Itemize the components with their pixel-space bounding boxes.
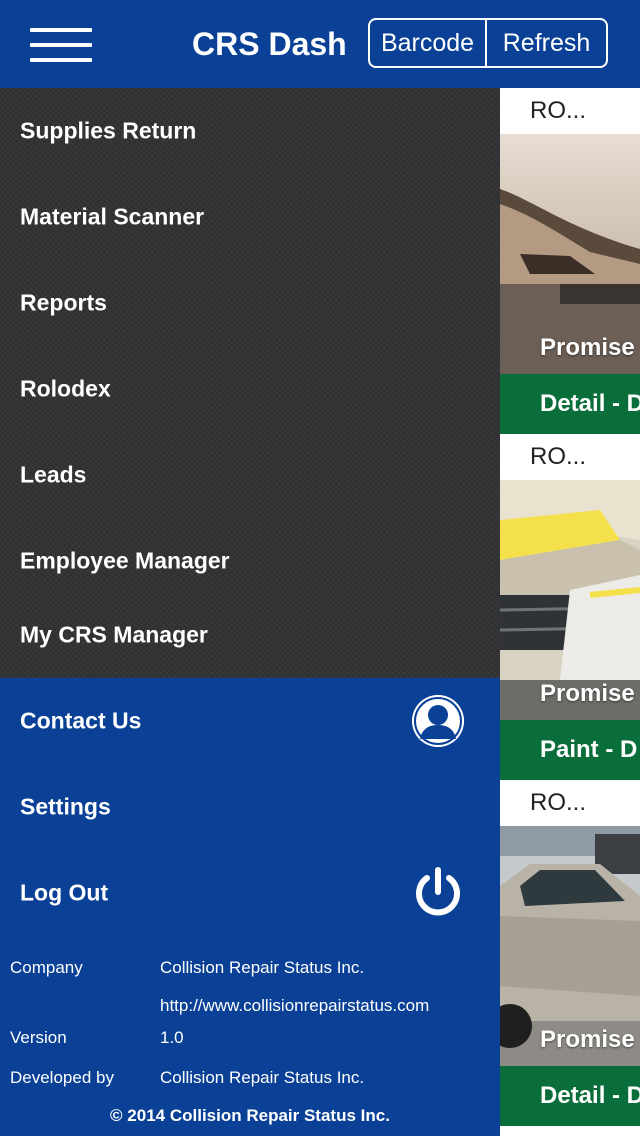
side-drawer: Supplies Return Material Scanner Reports… (0, 88, 500, 1136)
job-card-list: RO... Promise Detail - D RO... Promise P… (500, 88, 640, 1136)
menu-item-label: My CRS Manager (20, 621, 208, 648)
copyright-text: © 2014 Collision Repair Status Inc. (110, 1106, 390, 1125)
menu-item-label: Reports (20, 289, 107, 316)
drawer-account-section: Contact Us Settings Log Out Company Coll… (0, 678, 500, 1136)
refresh-button[interactable]: Refresh (487, 20, 606, 66)
hamburger-menu-icon[interactable] (30, 28, 92, 62)
menu-item-contact-us[interactable]: Contact Us (0, 678, 500, 764)
company-value: Collision Repair Status Inc. (160, 958, 365, 977)
job-card[interactable]: RO... Promise Detail - D (500, 88, 640, 434)
menu-item-supplies-return[interactable]: Supplies Return (0, 88, 500, 174)
menu-item-rolodex[interactable]: Rolodex (0, 346, 500, 432)
menu-item-label: Log Out (20, 879, 109, 906)
status-bar: Detail - D (500, 1066, 640, 1126)
promise-label: Promise (540, 1026, 635, 1053)
ro-number: RO... (500, 434, 640, 480)
company-label: Company (10, 958, 83, 977)
status-bar: Paint - D (500, 720, 640, 780)
ro-number: RO... (500, 88, 640, 134)
menu-item-reports[interactable]: Reports (0, 260, 500, 346)
barcode-button[interactable]: Barcode (370, 20, 488, 66)
menu-item-label: Material Scanner (20, 203, 205, 230)
power-icon[interactable] (412, 866, 464, 920)
menu-item-material-scanner[interactable]: Material Scanner (0, 174, 500, 260)
vehicle-photo: Promise (500, 134, 640, 374)
vehicle-photo: Promise (500, 826, 640, 1066)
menu-item-label: Rolodex (20, 375, 111, 402)
menu-item-label: Supplies Return (20, 117, 197, 144)
version-value: 1.0 (160, 1028, 184, 1047)
ro-number: RO... (500, 780, 640, 826)
contact-person-icon[interactable] (412, 695, 464, 747)
promise-label: Promise (540, 680, 635, 707)
menu-item-settings[interactable]: Settings (0, 764, 500, 850)
menu-item-label: Leads (20, 461, 87, 488)
developer-label: Developed by (10, 1068, 114, 1087)
job-card[interactable]: RO... Promise Detail - D (500, 780, 640, 1126)
vehicle-photo: Promise (500, 480, 640, 720)
status-bar: Detail - D (500, 374, 640, 434)
drawer-main-section: Supplies Return Material Scanner Reports… (0, 88, 500, 678)
app-header: CRS Dash Barcode Refresh (0, 0, 640, 88)
version-label: Version (10, 1028, 67, 1047)
menu-item-my-crs-manager[interactable]: My CRS Manager (0, 592, 500, 678)
menu-item-label: Settings (20, 793, 111, 820)
promise-label: Promise (540, 334, 635, 361)
header-button-group: Barcode Refresh (368, 18, 608, 68)
website-link[interactable]: http://www.collisionrepairstatus.com (160, 996, 429, 1016)
app-title: CRS Dash (192, 26, 347, 62)
menu-item-log-out[interactable]: Log Out (0, 850, 500, 936)
menu-item-leads[interactable]: Leads (0, 432, 500, 518)
job-card[interactable]: RO... Promise Paint - D (500, 434, 640, 780)
developer-value: Collision Repair Status Inc. (160, 1068, 365, 1087)
menu-item-label: Contact Us (20, 707, 142, 734)
menu-item-label: Employee Manager (20, 547, 230, 574)
